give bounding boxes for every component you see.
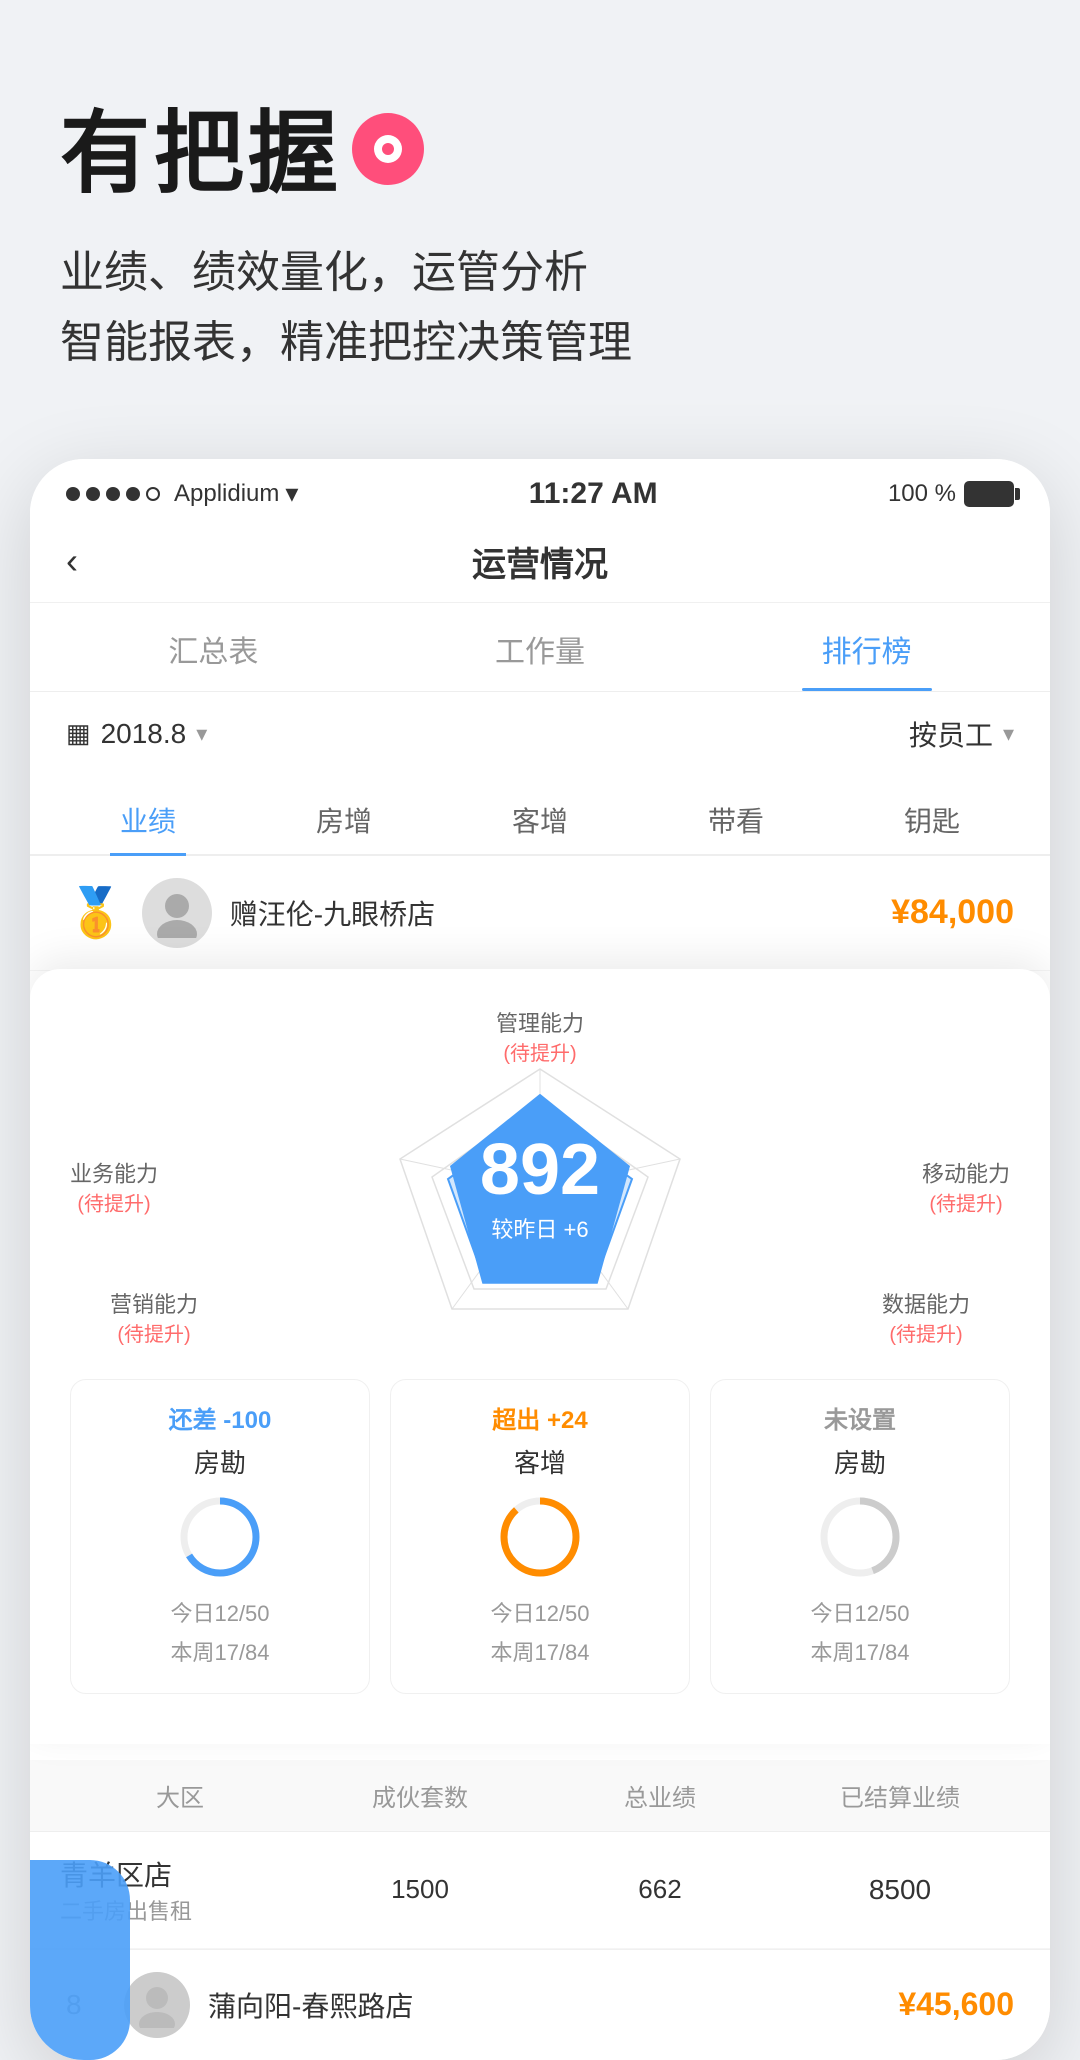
bottom-avatar xyxy=(124,1972,190,2038)
td-col3: 662 xyxy=(540,1874,780,1905)
prog-ring-1 xyxy=(175,1492,265,1582)
subtab-key[interactable]: 钥匙 xyxy=(894,786,970,854)
tab-summary[interactable]: 汇总表 xyxy=(148,603,278,691)
ring-chart-3 xyxy=(815,1492,905,1582)
nav-title: 运营情况 xyxy=(472,537,608,586)
rank-badge-1: 🥇 xyxy=(66,884,126,941)
progress-card-1: 还差 -100 房勘 今日12/50 本周17/84 xyxy=(70,1379,370,1694)
score-number: 892 xyxy=(480,1134,600,1206)
signal-dot-2 xyxy=(86,487,100,501)
signal-dots xyxy=(66,487,160,501)
table-section: 大区 成伙套数 总业绩 已结算业绩 青羊区店 二手房出售租 1500 662 8… xyxy=(30,1760,1050,1949)
ring-chart-2 xyxy=(495,1492,585,1582)
calendar-icon: ▦ xyxy=(66,718,91,749)
hero-title: 有把握 xyxy=(60,80,342,210)
main-tabs: 汇总表 工作量 排行榜 xyxy=(30,603,1050,692)
subtab-client-increase[interactable]: 客增 xyxy=(502,786,578,854)
progress-cards: 还差 -100 房勘 今日12/50 本周17/84 超出 xyxy=(60,1379,1020,1714)
filter-group-label: 按员工 xyxy=(909,714,993,754)
battery-fill xyxy=(966,483,1012,505)
status-time: 11:27 AM xyxy=(529,477,658,511)
sub-tabs: 业绩 房增 客增 带看 钥匙 xyxy=(30,776,1050,856)
tab-ranking[interactable]: 排行榜 xyxy=(802,603,932,691)
subtab-performance[interactable]: 业绩 xyxy=(110,786,186,854)
table-row[interactable]: 青羊区店 二手房出售租 1500 662 8500 xyxy=(30,1832,1050,1949)
th-region: 大区 xyxy=(60,1778,300,1813)
app-logo-icon xyxy=(352,113,424,185)
prog-type-3: 房勘 xyxy=(727,1443,993,1480)
prog-type-1: 房勘 xyxy=(87,1443,353,1480)
prog-stats-2: 今日12/50 本周17/84 xyxy=(407,1594,673,1673)
blue-decor xyxy=(30,1860,130,2060)
status-right: 100 % xyxy=(888,480,1014,508)
prog-stats-3: 今日12/50 本周17/84 xyxy=(727,1594,993,1673)
battery-percent: 100 % xyxy=(888,480,956,508)
filter-group[interactable]: 按员工 ▾ xyxy=(909,714,1014,754)
prog-stats-1: 今日12/50 本周17/84 xyxy=(87,1594,353,1673)
prog-type-2: 客增 xyxy=(407,1443,673,1480)
prog-diff-1: 还差 -100 xyxy=(87,1400,353,1435)
signal-dot-5 xyxy=(146,487,160,501)
table-header: 大区 成伙套数 总业绩 已结算业绩 xyxy=(30,1760,1050,1832)
signal-dot-4 xyxy=(126,487,140,501)
bottom-amount: ¥45,600 xyxy=(898,1986,1014,2023)
status-bar: Applidium ▾ 11:27 AM 100 % xyxy=(30,459,1050,521)
hero-subtitle: 业绩、绩效量化，运管分析 智能报表，精准把控决策管理 xyxy=(60,238,1020,379)
radar-label-bottom-right: 数据能力 (待提升) xyxy=(882,1290,970,1349)
prog-ring-3 xyxy=(815,1492,905,1582)
prog-diff-3: 未设置 xyxy=(727,1400,993,1435)
wifi-icon: ▾ xyxy=(285,478,298,509)
subtab-house-increase[interactable]: 房增 xyxy=(306,786,382,854)
ranking-row-1[interactable]: 🥇 赠汪伦-九眼桥店 ¥84,000 xyxy=(30,856,1050,971)
radar-card: 管理能力 (待提升) 业务能力 (待提升) 移动能力 (待提升) 营销能力 (待… xyxy=(30,969,1050,1744)
signal-dot-3 xyxy=(106,487,120,501)
th-deals: 成伙套数 xyxy=(300,1778,540,1813)
filter-date[interactable]: ▦ 2018.8 ▾ xyxy=(66,718,207,750)
td-col4: 8500 xyxy=(780,1874,1020,1906)
chevron-down-icon-2: ▾ xyxy=(1003,721,1014,747)
hero-section: 有把握 业绩、绩效量化，运管分析 智能报表，精准把控决策管理 xyxy=(0,0,1080,419)
filter-date-label: 2018.8 xyxy=(101,718,187,750)
radar-label-left: 业务能力 (待提升) xyxy=(70,1159,158,1218)
th-settled: 已结算业绩 xyxy=(780,1778,1020,1813)
prog-ring-2 xyxy=(495,1492,585,1582)
avatar-icon xyxy=(152,888,202,938)
score-label: 较昨日 +6 xyxy=(491,1212,588,1244)
prog-diff-2: 超出 +24 xyxy=(407,1400,673,1435)
hero-title-row: 有把握 xyxy=(60,80,1020,210)
rank-name-1: 赠汪伦-九眼桥店 xyxy=(230,893,891,933)
rank-amount-1: ¥84,000 xyxy=(891,893,1014,932)
filter-row: ▦ 2018.8 ▾ 按员工 ▾ xyxy=(30,692,1050,776)
tab-workload[interactable]: 工作量 xyxy=(475,603,605,691)
status-left: Applidium ▾ xyxy=(66,478,298,509)
radar-container: 管理能力 (待提升) 业务能力 (待提升) 移动能力 (待提升) 营销能力 (待… xyxy=(60,999,1020,1379)
bottom-ranking-row[interactable]: 8 蒲向阳-春熙路店 ¥45,600 xyxy=(30,1949,1050,2060)
radar-label-right: 移动能力 (待提升) xyxy=(922,1159,1010,1218)
rank-avatar-1 xyxy=(142,878,212,948)
chevron-down-icon: ▾ xyxy=(196,721,207,747)
battery-icon xyxy=(964,481,1014,507)
bottom-name: 蒲向阳-春熙路店 xyxy=(208,1985,898,2025)
progress-card-3: 未设置 房勘 今日12/50 本周17/84 xyxy=(710,1379,1010,1694)
radar-label-bottom-left: 营销能力 (待提升) xyxy=(110,1290,198,1349)
back-button[interactable]: ‹ xyxy=(66,540,78,582)
phone-screen: Applidium ▾ 11:27 AM 100 % ‹ 运营情况 汇总表 工作… xyxy=(30,459,1050,2060)
signal-dot-1 xyxy=(66,487,80,501)
carrier-label: Applidium xyxy=(174,480,279,508)
nav-header: ‹ 运营情况 xyxy=(30,521,1050,603)
td-col2: 1500 xyxy=(300,1874,540,1905)
th-total: 总业绩 xyxy=(540,1778,780,1813)
progress-card-2: 超出 +24 客增 今日12/50 本周17/84 xyxy=(390,1379,690,1694)
subtab-tour[interactable]: 带看 xyxy=(698,786,774,854)
phone-mockup: Applidium ▾ 11:27 AM 100 % ‹ 运营情况 汇总表 工作… xyxy=(30,459,1050,2060)
bottom-avatar-icon xyxy=(134,1982,180,2028)
ring-chart-1 xyxy=(175,1492,265,1582)
